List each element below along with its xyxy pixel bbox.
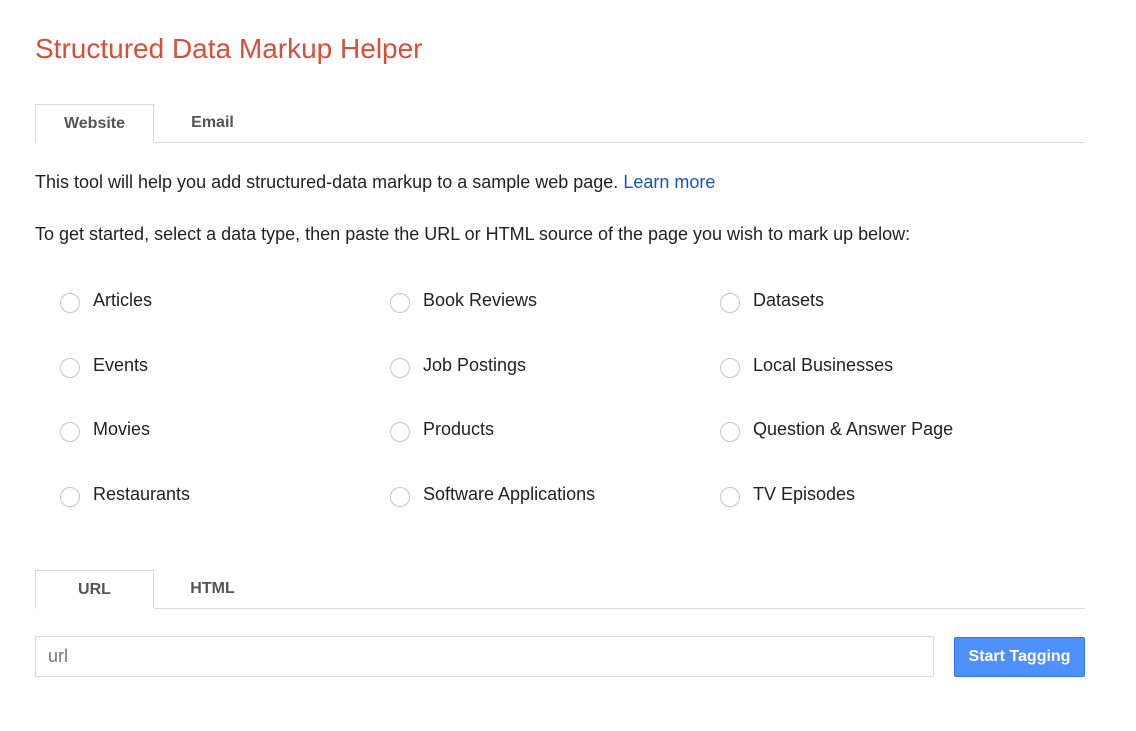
target-tabs: Website Email xyxy=(35,104,1085,143)
radio-button[interactable] xyxy=(390,293,410,313)
radio-button[interactable] xyxy=(60,293,80,313)
tab-url[interactable]: URL xyxy=(35,570,154,609)
option-datasets[interactable]: Datasets xyxy=(720,285,824,315)
option-tv-episodes[interactable]: TV Episodes xyxy=(720,479,855,509)
page-title: Structured Data Markup Helper xyxy=(35,33,423,64)
url-input[interactable] xyxy=(35,636,934,677)
option-software-applications[interactable]: Software Applications xyxy=(390,479,595,509)
option-question-answer-page[interactable]: Question & Answer Page xyxy=(720,414,953,444)
option-label: Articles xyxy=(93,289,153,310)
option-movies[interactable]: Movies xyxy=(60,414,150,444)
tab-website[interactable]: Website xyxy=(35,104,154,143)
option-label: Job Postings xyxy=(423,354,527,375)
intro-text: This tool will help you add structured-d… xyxy=(35,172,715,193)
option-label: Question & Answer Page xyxy=(753,418,954,439)
tab-html[interactable]: HTML xyxy=(154,570,271,608)
option-job-postings[interactable]: Job Postings xyxy=(390,350,526,380)
option-label: Events xyxy=(93,354,149,375)
option-restaurants[interactable]: Restaurants xyxy=(60,479,190,509)
option-local-businesses[interactable]: Local Businesses xyxy=(720,350,893,380)
option-label: Local Businesses xyxy=(753,354,894,375)
radio-button[interactable] xyxy=(720,293,740,313)
radio-button[interactable] xyxy=(390,487,410,507)
page: Structured Data Markup Helper Website Em… xyxy=(0,0,1136,731)
option-label: TV Episodes xyxy=(753,483,856,504)
radio-button[interactable] xyxy=(720,487,740,507)
source-tabs: URL HTML xyxy=(35,570,1085,609)
option-label: Book Reviews xyxy=(423,289,538,310)
learn-more-link[interactable]: Learn more xyxy=(623,172,715,192)
radio-button[interactable] xyxy=(390,422,410,442)
intro-sentence: This tool will help you add structured-d… xyxy=(35,172,624,192)
option-book-reviews[interactable]: Book Reviews xyxy=(390,285,537,315)
option-events[interactable]: Events xyxy=(60,350,148,380)
radio-button[interactable] xyxy=(60,487,80,507)
option-label: Restaurants xyxy=(93,483,191,504)
option-products[interactable]: Products xyxy=(390,414,494,444)
radio-button[interactable] xyxy=(720,422,740,442)
radio-button[interactable] xyxy=(60,358,80,378)
option-label: Movies xyxy=(93,418,151,439)
tab-email[interactable]: Email xyxy=(154,104,271,142)
radio-button[interactable] xyxy=(390,358,410,378)
option-label: Products xyxy=(423,418,495,439)
option-articles[interactable]: Articles xyxy=(60,285,152,315)
radio-button[interactable] xyxy=(720,358,740,378)
option-label: Datasets xyxy=(753,289,825,310)
option-label: Software Applications xyxy=(423,483,596,504)
start-tagging-button[interactable]: Start Tagging xyxy=(954,637,1085,677)
instructions-text: To get started, select a data type, then… xyxy=(35,224,911,244)
radio-button[interactable] xyxy=(60,422,80,442)
